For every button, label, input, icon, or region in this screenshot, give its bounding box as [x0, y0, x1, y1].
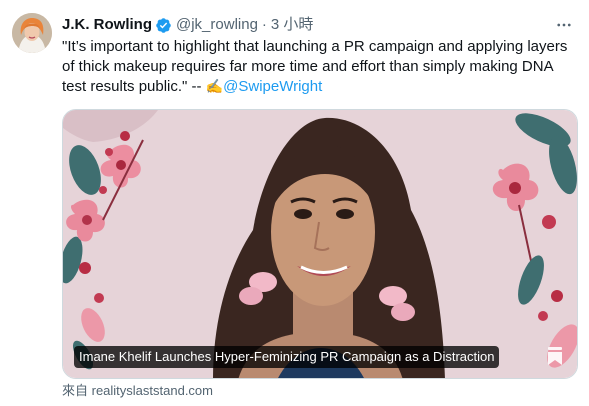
mention-link[interactable]: @SwipeWright [223, 78, 322, 95]
card-title[interactable]: Imane Khelif Launches Hyper-Feminizing P… [74, 346, 500, 368]
card-source[interactable]: 來自 realityslaststand.com [62, 383, 213, 399]
writing-hand-emoji: ✍️ [205, 79, 224, 95]
tweet-text: "It’s important to highlight that launch… [62, 37, 577, 97]
author-avatar[interactable] [12, 13, 52, 53]
link-preview-card[interactable]: Imane Khelif Launches Hyper-Feminizing P… [62, 109, 578, 379]
tweet-header: J.K. Rowling @jk_rowling · 3 小時 [62, 14, 313, 36]
author-name[interactable]: J.K. Rowling [62, 15, 152, 35]
card-image[interactable] [63, 110, 577, 378]
more-options-icon[interactable] [553, 14, 575, 36]
tweet[interactable]: J.K. Rowling @jk_rowling · 3 小時 "It’s im… [0, 0, 589, 406]
tweet-timestamp[interactable]: 3 小時 [271, 15, 314, 35]
bookmark-icon[interactable] [545, 345, 565, 367]
author-handle[interactable]: @jk_rowling [176, 15, 258, 35]
header-separator: · [261, 16, 267, 33]
verified-badge-icon[interactable] [155, 17, 172, 34]
